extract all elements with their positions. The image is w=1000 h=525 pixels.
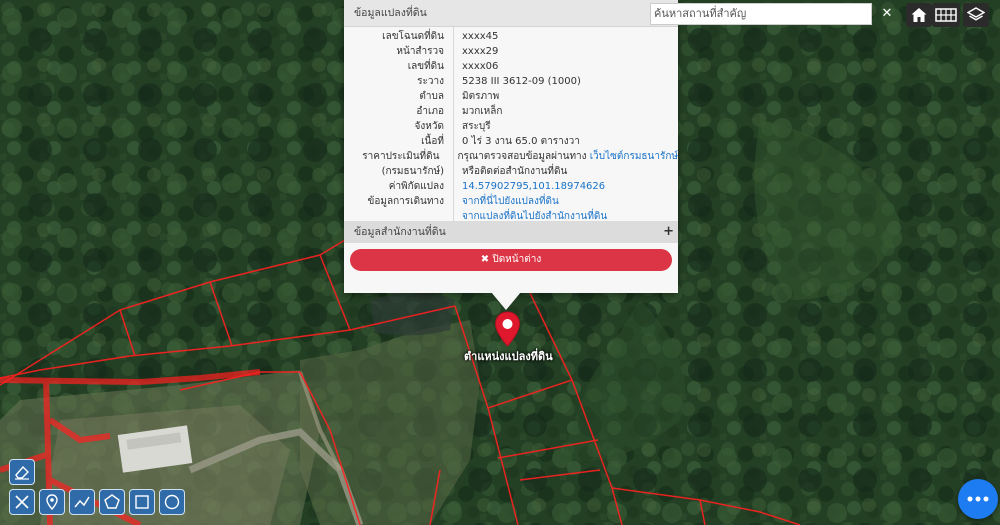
measure-tool-button[interactable] <box>9 489 35 515</box>
info-value-link[interactable]: 14.57902795,101.18974626 <box>462 181 605 192</box>
info-value: 14.57902795,101.18974626 <box>460 179 605 194</box>
ruler-icon <box>15 495 29 509</box>
info-key: เลขโฉนดที่ดิน <box>382 31 444 42</box>
info-key: หน้าสำรวจ <box>396 46 444 57</box>
info-key: ราคาประเมินที่ดิน <box>362 151 440 162</box>
rectangle-icon <box>135 495 149 509</box>
info-key: (กรมธนารักษ์) <box>381 166 444 177</box>
info-row: ตำบล มิตรภาพ <box>344 89 678 104</box>
info-value: 5238 III 3612-09 (1000) <box>460 74 581 89</box>
circle-tool-button[interactable] <box>159 489 185 515</box>
eraser-icon <box>15 465 29 480</box>
info-key: ค่าพิกัดแปลง <box>388 181 444 192</box>
search-placeholder: ค้นหาสถานที่สำคัญ <box>654 7 747 20</box>
info-value: หรือติดต่อสำนักงานที่ดิน <box>460 164 567 179</box>
info-value-text: 5238 III 3612-09 (1000) <box>462 76 581 87</box>
home-icon <box>911 8 927 22</box>
info-value-link[interactable]: จากที่นี่ไปยังแปลงที่ดิน <box>462 196 559 207</box>
info-key: เนื้อที่ <box>421 136 444 147</box>
info-value: มวกเหล็ก <box>460 104 502 119</box>
info-key: อำเภอ <box>416 106 444 117</box>
expand-plus-icon[interactable]: + <box>663 221 674 243</box>
info-row: (กรมธนารักษ์) หรือติดต่อสำนักงานที่ดิน <box>344 164 678 179</box>
point-tool-button[interactable] <box>39 489 65 515</box>
info-value: จากที่นี่ไปยังแปลงที่ดิน <box>460 194 559 209</box>
location-pin-icon <box>46 494 58 511</box>
info-value-text: xxxx45 <box>462 31 499 42</box>
parcel-info-popup: ข้อมูลแปลงที่ดิน เลขโฉนดที่ดิน xxxx45 หน้า… <box>344 0 678 293</box>
line-tool-button[interactable] <box>69 489 95 515</box>
polygon-tool-button[interactable] <box>99 489 125 515</box>
eraser-tool-button[interactable] <box>9 459 35 485</box>
info-row: อำเภอ มวกเหล็ก <box>344 104 678 119</box>
info-key: ตำบล <box>419 91 444 102</box>
polygon-icon <box>104 494 120 509</box>
close-x-icon: ✖ <box>480 254 490 265</box>
info-value: xxxx29 <box>460 44 498 59</box>
parcel-info-table: เลขโฉนดที่ดิน xxxx45 หน้าสำรวจ xxxx29 เลขที่… <box>344 27 678 224</box>
polyline-icon <box>74 496 90 508</box>
clear-search-icon[interactable]: ✕ <box>878 4 896 24</box>
info-value-link[interactable]: เว็บไซต์กรมธนารักษ์ <box>590 151 678 162</box>
info-value-text: xxxx29 <box>462 46 499 57</box>
info-value: กรุณาตรวจสอบข้อมูลผ่านทาง เว็บไซต์กรมธนา… <box>455 149 678 164</box>
info-key: ข้อมูลการเดินทาง <box>367 196 444 207</box>
info-key: เลขที่ดิน <box>407 61 444 72</box>
info-value: 0 ไร่ 3 งาน 65.0 ตารางวา <box>460 134 580 149</box>
info-row: ค่าพิกัดแปลง 14.57902795,101.18974626 <box>344 179 678 194</box>
info-row: จังหวัด สระบุรี <box>344 119 678 134</box>
info-value-text: มวกเหล็ก <box>462 106 503 117</box>
info-value-text: 0 ไร่ 3 งาน 65.0 ตารางวา <box>462 136 580 147</box>
info-key: ระวาง <box>417 76 444 87</box>
info-key: จังหวัด <box>414 121 444 132</box>
info-value: สระบุรี <box>460 119 491 134</box>
info-row: เนื้อที่ 0 ไร่ 3 งาน 65.0 ตารางวา <box>344 134 678 149</box>
info-row: หน้าสำรวจ xxxx29 <box>344 44 678 59</box>
popup-pointer <box>491 292 521 310</box>
grid-button[interactable] <box>932 3 960 27</box>
land-office-section-title: ข้อมูลสำนักงานที่ดิน <box>354 226 446 238</box>
search-input[interactable]: ค้นหาสถานที่สำคัญ <box>650 3 872 25</box>
info-value-text: สระบุรี <box>462 121 491 132</box>
close-popup-button[interactable]: ✖ ปิดหน้าต่าง <box>350 249 672 271</box>
popup-title: ข้อมูลแปลงที่ดิน <box>344 0 678 27</box>
grid-icon <box>935 8 957 22</box>
info-row: ข้อมูลการเดินทาง จากที่นี่ไปยังแปลงที่ดิน <box>344 194 678 209</box>
info-row: เลขโฉนดที่ดิน xxxx45 <box>344 29 678 44</box>
info-value: xxxx06 <box>460 59 498 74</box>
map-marker-icon[interactable] <box>494 311 521 347</box>
info-value-text: กรุณาตรวจสอบข้อมูลผ่านทาง <box>457 151 590 162</box>
layers-icon <box>967 7 985 21</box>
rectangle-tool-button[interactable] <box>129 489 155 515</box>
home-button[interactable] <box>906 3 932 27</box>
more-options-button[interactable] <box>958 479 998 519</box>
info-value: xxxx45 <box>460 29 498 44</box>
info-row: ราคาประเมินที่ดิน กรุณาตรวจสอบข้อมูลผ่านท… <box>344 149 678 164</box>
more-icon <box>967 496 989 502</box>
info-value-text: มิตรภาพ <box>462 91 500 102</box>
circle-icon <box>164 494 180 510</box>
close-popup-label: ปิดหน้าต่าง <box>492 254 542 265</box>
marker-label: ตำแหน่งแปลงที่ดิน <box>464 350 553 363</box>
info-value-text: หรือติดต่อสำนักงานที่ดิน <box>462 166 568 177</box>
info-value: มิตรภาพ <box>460 89 499 104</box>
info-row: ระวาง 5238 III 3612-09 (1000) <box>344 74 678 89</box>
land-office-section-header[interactable]: ข้อมูลสำนักงานที่ดิน + <box>344 221 678 243</box>
layers-button[interactable] <box>963 3 989 27</box>
info-value-text: xxxx06 <box>462 61 499 72</box>
info-row: เลขที่ดิน xxxx06 <box>344 59 678 74</box>
